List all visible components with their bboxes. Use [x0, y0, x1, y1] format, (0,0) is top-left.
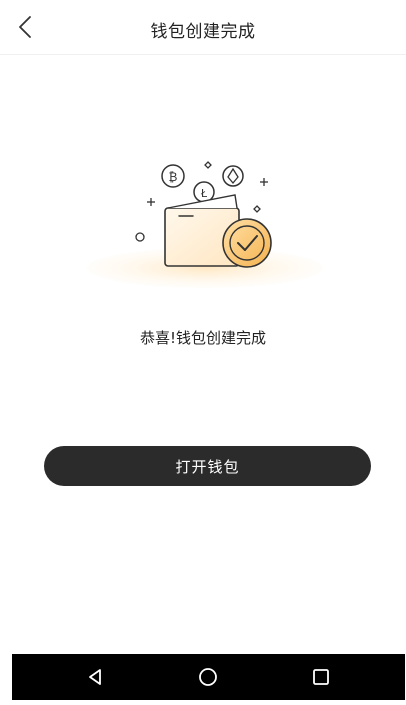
wallet-success-illustration: ₿ Ł [87, 161, 323, 288]
dot-decoration [135, 232, 145, 242]
checkmark-badge-icon [222, 218, 272, 268]
app-screen: 钱包创建完成 ₿ Ł 恭喜!钱包创建完成 打开钱包 [0, 0, 406, 705]
ethereum-coin-icon [222, 165, 244, 187]
triangle-back-icon [89, 669, 101, 685]
success-message: 恭喜!钱包创建完成 [139, 329, 266, 347]
circle-home-icon [199, 668, 217, 686]
svg-text:₿: ₿ [169, 170, 178, 184]
android-nav-bar [12, 654, 405, 700]
nav-home-button[interactable] [195, 664, 221, 690]
nav-recents-button[interactable] [308, 664, 334, 690]
header-bar: 钱包创建完成 [0, 0, 406, 55]
svg-text:Ł: Ł [200, 187, 208, 200]
page-title: 钱包创建完成 [150, 22, 256, 42]
bitcoin-coin-icon: ₿ [161, 164, 185, 188]
square-recents-icon [313, 669, 329, 685]
open-wallet-button[interactable]: 打开钱包 [44, 446, 371, 486]
nav-back-button[interactable] [82, 664, 108, 690]
